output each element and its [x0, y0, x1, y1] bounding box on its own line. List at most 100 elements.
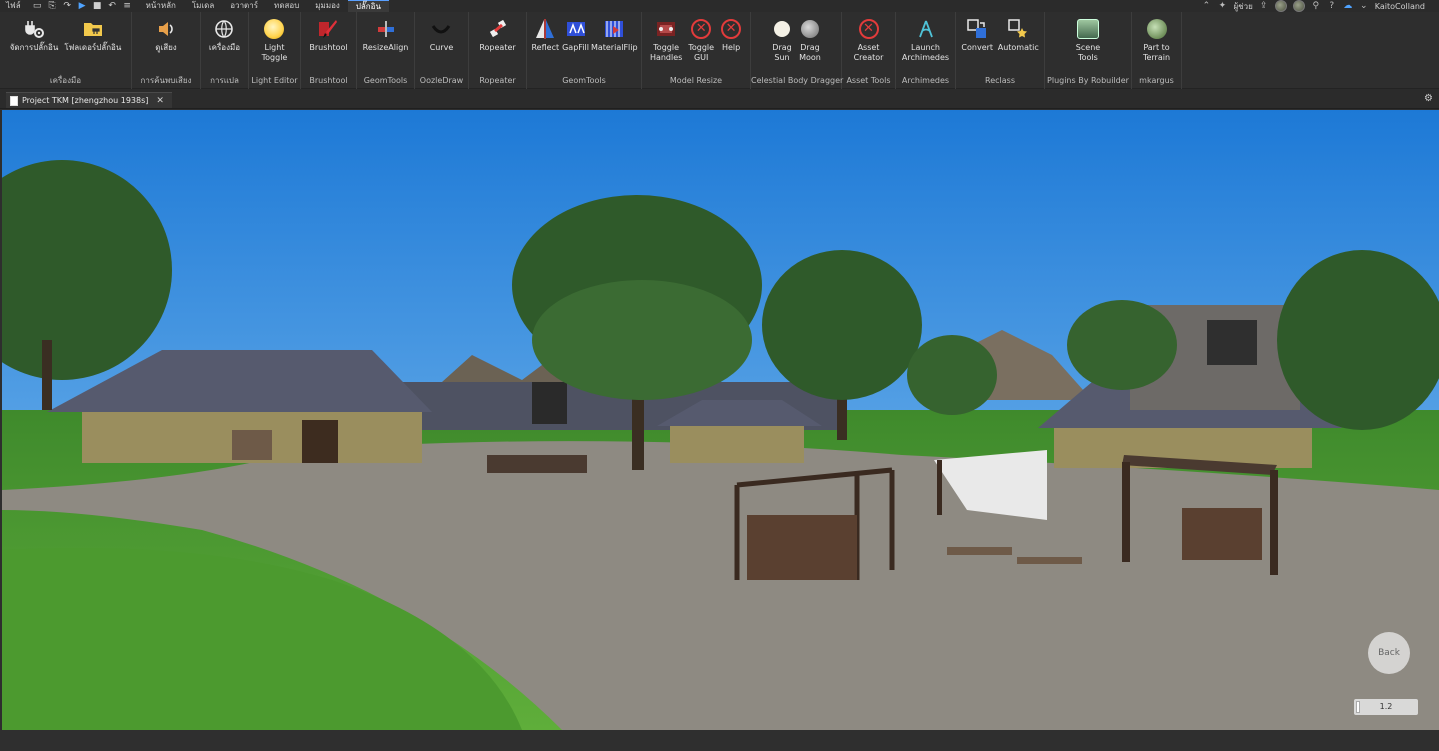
group-reclass: Convert Automatic Reclass: [956, 12, 1045, 89]
play-icon[interactable]: ▶: [78, 1, 87, 11]
ropeater-icon: [487, 18, 509, 40]
question-icon[interactable]: ?: [1327, 1, 1337, 11]
help-label[interactable]: ผู้ช่วย: [1233, 0, 1252, 13]
group-light-editor-label: Light Editor: [251, 76, 298, 85]
resize-align-label: ResizeAlign: [362, 43, 409, 52]
tab-home[interactable]: หน้าหลัก: [138, 0, 184, 12]
group-brushtool-label: Brushtool: [309, 76, 348, 85]
document-tab[interactable]: Project TKM [zhengzhou 1938s] ✕: [6, 92, 172, 108]
tab-avatar[interactable]: อวาตาร์: [222, 0, 266, 12]
open-file-icon[interactable]: ⎘: [48, 1, 57, 11]
tab-plugins[interactable]: ปลั๊กอิน: [347, 0, 389, 12]
undo-icon[interactable]: ↶: [108, 1, 117, 11]
plugins-folder-label: โฟลเดอร์ปลั๊กอิน: [64, 43, 122, 52]
drag-moon-button[interactable]: Drag Moon: [796, 18, 824, 63]
file-menu[interactable]: ไฟล์: [0, 0, 27, 12]
group-mkargus: Part to Terrain mkargus: [1132, 12, 1182, 89]
material-flip-button[interactable]: MaterialFlip: [591, 18, 639, 53]
tab-test[interactable]: ทดสอบ: [266, 0, 307, 12]
share-icon[interactable]: ⇪: [1259, 1, 1269, 11]
stop-icon[interactable]: ■: [93, 1, 102, 11]
curve-button[interactable]: Curve: [427, 18, 457, 53]
new-file-icon[interactable]: ▭: [33, 1, 42, 11]
group-oozledraw: Curve OozleDraw: [415, 12, 469, 89]
brush-icon: [317, 18, 339, 40]
group-celestial-body-dragger-label: Celestial Body Dragger: [751, 76, 844, 85]
tab-model[interactable]: โมเดล: [184, 0, 222, 12]
customize-icon[interactable]: ≡: [123, 1, 132, 11]
view-audio-button[interactable]: ดูเสียง: [152, 18, 180, 53]
help-button[interactable]: ✕ Help: [717, 18, 745, 53]
drag-sun-label: Drag Sun: [772, 43, 792, 62]
part-to-terrain-label: Part to Terrain: [1142, 43, 1171, 62]
group-oozledraw-label: OozleDraw: [419, 76, 464, 85]
drag-sun-button[interactable]: Drag Sun: [768, 18, 796, 63]
status-strip: [0, 730, 1439, 751]
user-menu-icon[interactable]: ⌄: [1359, 1, 1369, 11]
group-tools-label: เครื่องมือ: [49, 76, 82, 85]
light-toggle-button[interactable]: Light Toggle: [259, 18, 291, 63]
brushtool-button[interactable]: Brushtool: [306, 18, 350, 53]
convert-label: Convert: [961, 43, 994, 52]
group-audio-discovery-label: การค้นพบเสียง: [140, 76, 192, 85]
group-model-resize-label: Model Resize: [669, 76, 723, 85]
redo-small-icon[interactable]: ↷: [63, 1, 72, 11]
curve-icon: [430, 18, 452, 40]
toggle-handles-button[interactable]: Toggle Handles: [647, 18, 685, 63]
gapfill-label: GapFill: [562, 43, 589, 52]
gate: [532, 382, 567, 424]
group-tools: จัดการปลั๊กอิน โฟลเดอร์ปลั๊กอิน เครื่องม…: [0, 12, 132, 89]
scene-tools-label: Scene Tools: [1075, 43, 1101, 62]
group-geomtools-label: GeomTools: [562, 76, 606, 85]
toggle-gui-label: Toggle GUI: [688, 43, 715, 62]
toggle-handles-icon: [655, 18, 677, 40]
collapse-ribbon-icon[interactable]: ⌃: [1201, 1, 1211, 11]
scene-tools-button[interactable]: Scene Tools: [1073, 18, 1103, 63]
group-asset-tools-label: Asset Tools: [846, 76, 891, 85]
zoom-slider-handle[interactable]: [1356, 701, 1360, 713]
manage-plugins-button[interactable]: จัดการปลั๊กอิน: [7, 18, 62, 53]
gear-icon[interactable]: ⚙: [1424, 93, 1433, 104]
translate-icon: [213, 18, 235, 40]
assistant-icon[interactable]: ✦: [1217, 1, 1227, 11]
crates: [232, 430, 272, 460]
plugin-folder-icon: [82, 18, 104, 40]
reflect-button[interactable]: Reflect: [530, 18, 561, 53]
group-plugins-by-robuilder: Scene Tools Plugins By Robuilder: [1045, 12, 1132, 89]
back-button[interactable]: Back: [1368, 632, 1410, 674]
group-audio-discovery: ดูเสียง การค้นพบเสียง: [132, 12, 201, 89]
group-translation: เครื่องมือ การแปล: [201, 12, 249, 89]
part-to-terrain-icon: [1146, 18, 1168, 40]
group-reclass-label: Reclass: [985, 76, 1015, 85]
zoom-slider[interactable]: 1.2: [1354, 699, 1418, 715]
light-toggle-label: Light Toggle: [261, 43, 288, 62]
light-bulb-icon: [263, 18, 285, 40]
group-celestial-body-dragger: Drag Sun Drag Moon Celestial Body Dragge…: [751, 12, 844, 89]
cloud-icon[interactable]: ☁: [1343, 1, 1353, 11]
convert-button[interactable]: Convert: [959, 18, 995, 53]
tab-view[interactable]: มุมมอง: [307, 0, 348, 12]
middle-house-wall: [670, 423, 804, 463]
team-create-icon[interactable]: ⚲: [1311, 1, 1321, 11]
plugins-folder-button[interactable]: โฟลเดอร์ปลั๊กอิน: [61, 18, 124, 53]
viewport-3d[interactable]: Back 1.2: [2, 110, 1439, 730]
part-to-terrain-button[interactable]: Part to Terrain: [1140, 18, 1173, 63]
close-icon[interactable]: ✕: [156, 96, 164, 106]
group-geomtools-resize: ResizeAlign GeomTools: [357, 12, 415, 89]
resize-align-icon: [375, 18, 397, 40]
group-geomtools: Reflect GapFill MaterialFlip GeomTools: [527, 12, 642, 89]
username[interactable]: KaitoColland: [1375, 2, 1425, 11]
gapfill-button[interactable]: GapFill: [561, 18, 591, 53]
resize-align-button[interactable]: ResizeAlign: [360, 18, 411, 53]
toggle-gui-button[interactable]: ✕ Toggle GUI: [685, 18, 717, 63]
gapfill-icon: [565, 18, 587, 40]
group-asset-tools: ✕ Asset Creator Asset Tools: [842, 12, 896, 89]
red-x-icon: ✕: [858, 18, 880, 40]
group-geomtools-resize-label: GeomTools: [363, 76, 408, 85]
translation-tools-button[interactable]: เครื่องมือ: [206, 18, 243, 53]
launch-archimedes-button[interactable]: Launch Archimedes: [899, 18, 952, 63]
asset-creator-button[interactable]: ✕ Asset Creator: [851, 18, 887, 63]
automatic-button[interactable]: Automatic: [995, 18, 1041, 53]
ropeater-button[interactable]: Ropeater: [476, 18, 518, 53]
group-plugins-by-robuilder-label: Plugins By Robuilder: [1047, 76, 1129, 85]
